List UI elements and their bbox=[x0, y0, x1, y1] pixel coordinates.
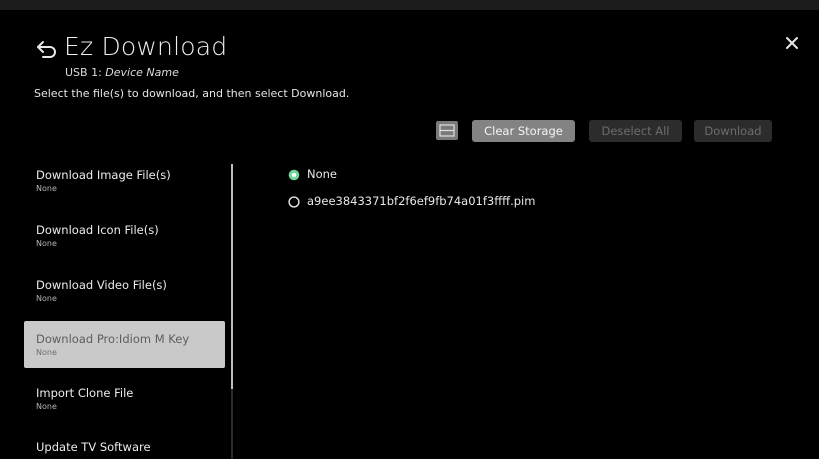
radio-checked-icon[interactable] bbox=[288, 169, 300, 181]
sidebar-item-label: Download Image File(s) bbox=[36, 168, 171, 182]
back-icon[interactable] bbox=[34, 36, 60, 62]
sidebar-item-value: None bbox=[36, 294, 57, 303]
instruction-text: Select the file(s) to download, and then… bbox=[34, 87, 350, 100]
sidebar-item-download-icon[interactable]: Download Icon File(s) None bbox=[24, 213, 225, 260]
usb-prefix: USB 1: bbox=[65, 66, 106, 79]
sidebar-item-value: None bbox=[36, 184, 57, 193]
top-bar bbox=[0, 0, 819, 10]
sidebar-item-label: Download Pro:Idiom M Key bbox=[36, 332, 190, 346]
sidebar-item-value: None bbox=[36, 402, 57, 411]
sidebar-item-value: None bbox=[36, 348, 57, 357]
sidebar-item-download-image[interactable]: Download Image File(s) None bbox=[24, 158, 225, 205]
device-name: Device Name bbox=[105, 66, 179, 79]
option-label: None bbox=[307, 167, 338, 181]
download-button[interactable]: Download bbox=[694, 120, 772, 142]
sidebar-item-update-software[interactable]: Update TV Software bbox=[24, 432, 225, 459]
sidebar-scrollbar[interactable] bbox=[231, 164, 233, 459]
usb-device-label: USB 1: Device Name bbox=[65, 66, 179, 79]
sidebar-item-label: Import Clone File bbox=[36, 386, 134, 400]
sidebar-item-download-video[interactable]: Download Video File(s) None bbox=[24, 268, 225, 315]
page-title: Ez Download bbox=[64, 32, 228, 61]
deselect-all-button[interactable]: Deselect All bbox=[589, 120, 682, 142]
sidebar-item-label: Download Video File(s) bbox=[36, 278, 167, 292]
sidebar-item-label: Download Icon File(s) bbox=[36, 223, 159, 237]
storage-glyph-icon bbox=[439, 124, 455, 137]
sidebar-item-label: Update TV Software bbox=[36, 440, 151, 454]
storage-icon[interactable] bbox=[436, 121, 458, 140]
sidebar-item-import-clone[interactable]: Import Clone File None bbox=[24, 378, 225, 425]
close-icon[interactable] bbox=[783, 34, 801, 52]
sidebar-item-value: None bbox=[36, 239, 57, 248]
sidebar-item-download-proidiom[interactable]: Download Pro:Idiom M Key None bbox=[24, 321, 225, 368]
option-label: a9ee3843371bf2f6ef9fb74a01f3ffff.pim bbox=[307, 194, 536, 208]
radio-unchecked-icon[interactable] bbox=[288, 196, 300, 208]
clear-storage-button[interactable]: Clear Storage bbox=[472, 120, 575, 142]
scrollbar-thumb[interactable] bbox=[231, 164, 233, 389]
